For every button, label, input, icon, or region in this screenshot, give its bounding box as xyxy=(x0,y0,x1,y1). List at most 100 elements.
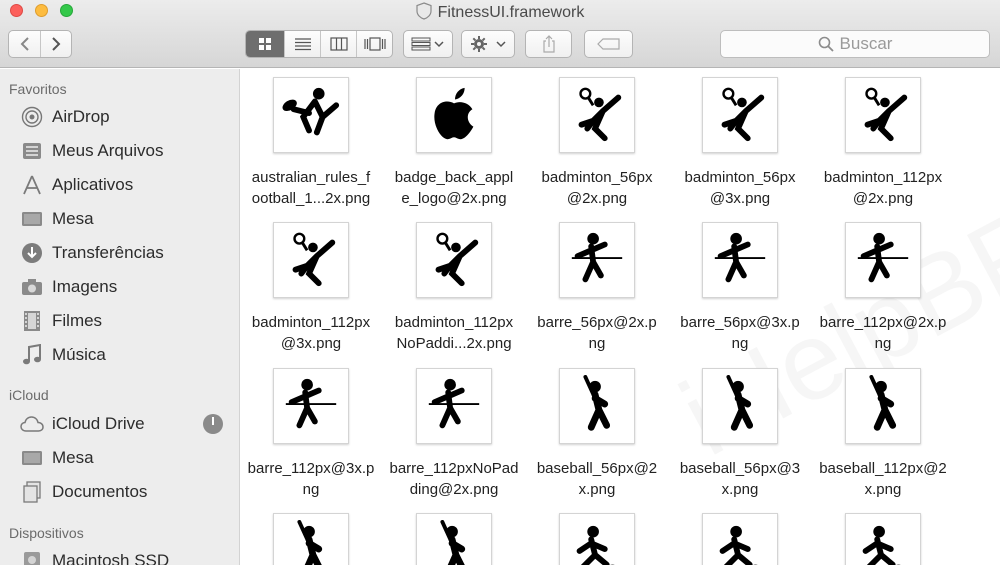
share-button[interactable] xyxy=(526,31,571,57)
framework-shield-icon xyxy=(416,2,432,26)
sidebar-item-applications[interactable]: Aplicativos xyxy=(20,171,235,199)
arrange-menu-button[interactable] xyxy=(403,30,453,58)
file-thumbnail xyxy=(559,513,635,565)
forward-button[interactable] xyxy=(40,31,71,57)
file-name: badminton_112px @2x.png xyxy=(813,167,953,209)
search-placeholder: Buscar xyxy=(839,34,893,53)
sidebar-item-movies[interactable]: Filmes xyxy=(20,307,235,335)
tags-button-group xyxy=(584,30,633,58)
badminton-icon xyxy=(423,229,485,291)
chevron-right-icon xyxy=(52,37,61,51)
navigation-buttons xyxy=(8,30,72,58)
list-view-button[interactable] xyxy=(284,31,320,57)
sidebar-item-label: Imagens xyxy=(52,277,118,296)
baseball-icon xyxy=(709,375,771,437)
window-title: FitnessUI.framework xyxy=(437,4,585,21)
file-name: baseball_56px@3 x.png xyxy=(670,458,810,500)
file-name: barre_112px@3x.p ng xyxy=(241,458,381,500)
file-thumbnail xyxy=(416,222,492,298)
apple-logo-icon xyxy=(434,87,474,140)
sidebar-item-icloud-drive[interactable]: iCloud Drive xyxy=(20,410,235,438)
file-name-line: @3x.png xyxy=(280,335,342,352)
sidebar-item-label: AirDrop xyxy=(52,107,110,126)
sidebar-item-label: Meus Arquivos xyxy=(52,141,164,160)
file-thumbnail xyxy=(559,77,635,153)
sidebar-item-pictures[interactable]: Imagens xyxy=(20,273,235,301)
file-name-line: e_logo@2x.png xyxy=(401,190,507,207)
sidebar-item-icloud-desktop[interactable]: Mesa xyxy=(20,444,235,472)
list-view-icon xyxy=(294,38,311,51)
barre-icon xyxy=(566,229,628,291)
edit-tags-button[interactable] xyxy=(585,31,632,57)
back-button[interactable] xyxy=(9,31,40,57)
arrange-grid-icon xyxy=(411,37,444,51)
file-thumbnail xyxy=(559,222,635,298)
badminton-icon xyxy=(566,84,628,146)
downloads-icon xyxy=(20,242,44,264)
devices-header: Dispositivos xyxy=(9,525,84,541)
file-thumbnail xyxy=(845,77,921,153)
chevron-left-icon xyxy=(20,37,29,51)
badminton-icon xyxy=(852,84,914,146)
applications-icon xyxy=(20,174,44,196)
file-name: barre_56px@3x.p ng xyxy=(670,312,810,354)
arrange-button[interactable] xyxy=(404,31,452,57)
action-button[interactable] xyxy=(462,31,514,57)
file-thumbnail xyxy=(702,77,778,153)
sidebar-item-label: Mesa xyxy=(52,209,94,228)
file-thumbnail xyxy=(416,513,492,565)
icloud-progress-icon xyxy=(203,414,223,434)
gallery-view-button[interactable] xyxy=(356,31,392,57)
column-view-button[interactable] xyxy=(320,31,356,57)
gear-icon xyxy=(471,36,506,52)
film-icon xyxy=(20,310,44,332)
file-name: badminton_56px @2x.png xyxy=(527,167,667,209)
file-name-line: badminton_112px xyxy=(251,314,371,331)
tag-icon xyxy=(596,38,620,50)
action-menu-button[interactable] xyxy=(461,30,515,58)
file-name-line: ootball_1...2x.png xyxy=(251,190,371,207)
file-name: badminton_56px @3x.png xyxy=(670,167,810,209)
file-name: barre_112px@2x.p ng xyxy=(813,312,953,354)
file-thumbnail xyxy=(273,513,349,565)
sidebar-item-my-files[interactable]: Meus Arquivos xyxy=(20,137,235,165)
search-field[interactable]: Buscar xyxy=(720,30,990,58)
desktop-icon xyxy=(20,447,44,469)
file-name-line: baseball_56px@2 xyxy=(536,460,658,477)
basketball-icon xyxy=(852,520,914,565)
file-name-line: ng xyxy=(588,335,606,352)
file-thumbnail xyxy=(273,368,349,444)
all-files-icon xyxy=(20,140,44,162)
file-name-line: badge_back_appl xyxy=(394,169,514,186)
sidebar-item-label: Macintosh SSD xyxy=(52,551,170,565)
file-name-line: barre_112px@3x.p xyxy=(247,460,375,477)
file-name-line: x.png xyxy=(721,481,759,498)
airdrop-icon xyxy=(20,106,44,128)
file-name: badminton_112px @3x.png xyxy=(241,312,381,354)
file-thumbnail xyxy=(273,222,349,298)
file-name-line: @2x.png xyxy=(566,190,628,207)
sidebar-item-desktop[interactable]: Mesa xyxy=(20,205,235,233)
share-icon xyxy=(542,35,555,53)
file-name-line: ng xyxy=(731,335,749,352)
sidebar-item-airdrop[interactable]: AirDrop xyxy=(20,103,235,131)
sidebar-item-documents[interactable]: Documentos xyxy=(20,478,235,506)
file-name-line: NoPaddi...2x.png xyxy=(396,335,512,352)
desktop-icon xyxy=(20,208,44,230)
sidebar-item-downloads[interactable]: Transferências xyxy=(20,239,235,267)
documents-icon xyxy=(20,481,44,503)
file-thumbnail xyxy=(416,368,492,444)
sidebar-item-label: Transferências xyxy=(52,243,164,262)
icon-view-button[interactable] xyxy=(246,31,284,57)
football-kick-icon xyxy=(280,84,342,146)
file-name-line: badminton_56px xyxy=(684,169,796,186)
file-name-line: barre_112px@2x.p xyxy=(819,314,947,331)
sidebar-item-music[interactable]: Música xyxy=(20,341,235,369)
disk-icon xyxy=(20,550,44,565)
file-thumbnail xyxy=(416,77,492,153)
file-name: barre_56px@2x.p ng xyxy=(527,312,667,354)
file-name-line: @3x.png xyxy=(709,190,771,207)
cloud-icon xyxy=(20,413,44,435)
window-title-bar: FitnessUI.framework xyxy=(0,2,1000,26)
sidebar-item-macintosh-ssd[interactable]: Macintosh SSD xyxy=(20,547,235,565)
